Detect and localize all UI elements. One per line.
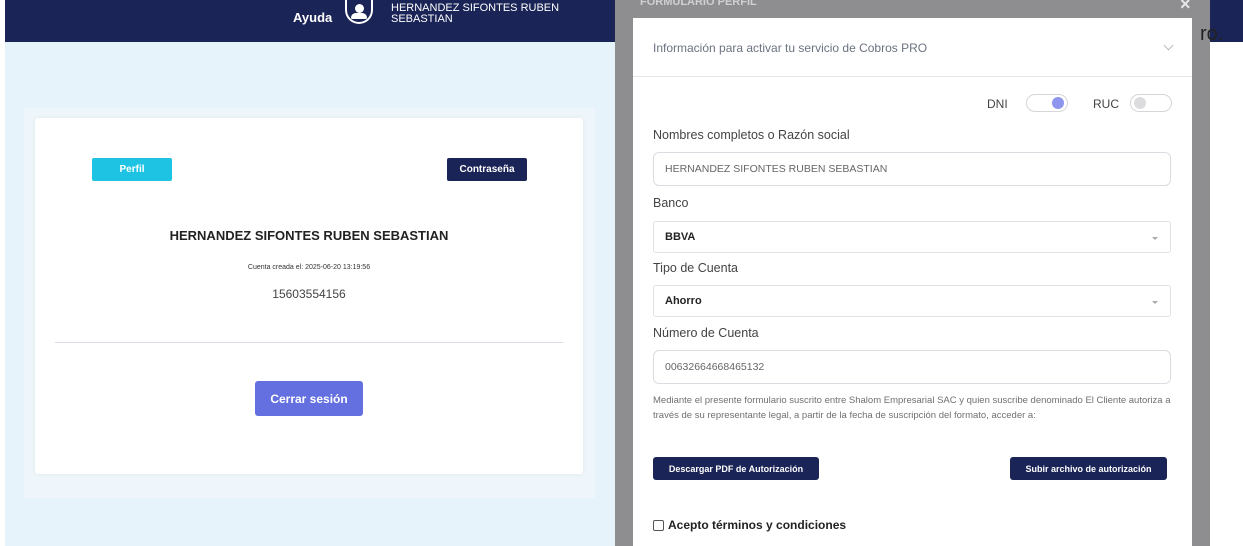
- dni-toggle[interactable]: [1026, 94, 1068, 112]
- account-type-select[interactable]: Ahorro: [653, 285, 1171, 317]
- upload-authorization-button[interactable]: Subir archivo de autorización: [1010, 457, 1167, 480]
- divider: [55, 342, 563, 343]
- close-icon[interactable]: ×: [1180, 0, 1191, 15]
- bank-field-label: Banco: [653, 196, 689, 210]
- document-type-toggle-row: DNI RUC: [633, 94, 1192, 114]
- name-field-label: Nombres completos o Razón social: [653, 128, 850, 142]
- name-input[interactable]: [653, 152, 1171, 186]
- bank-select[interactable]: BBVA: [653, 221, 1171, 253]
- account-created-date: Cuenta creada el: 2025-06-20 13:19:56: [247, 264, 371, 271]
- account-type-selected-value: Ahorro: [665, 295, 702, 307]
- profile-card: Perfil Contraseña HERNANDEZ SIFONTES RUB…: [35, 118, 583, 474]
- terms-row: Acepto términos y condiciones: [653, 518, 846, 532]
- profile-full-name: HERNANDEZ SIFONTES RUBEN SEBASTIAN: [169, 228, 449, 243]
- help-link[interactable]: Ayuda: [293, 10, 332, 25]
- tab-perfil[interactable]: Perfil: [92, 158, 172, 181]
- caret-down-icon: [1152, 301, 1158, 304]
- terms-label[interactable]: Acepto términos y condiciones: [668, 518, 846, 532]
- cobros-pro-form-panel: Información para activar tu servicio de …: [633, 18, 1192, 546]
- chevron-down-icon[interactable]: [1163, 40, 1174, 51]
- dni-label: DNI: [987, 97, 1008, 111]
- tab-password[interactable]: Contraseña: [447, 158, 527, 181]
- ruc-toggle[interactable]: [1130, 94, 1172, 112]
- authorization-legal-text: Mediante el presente formulario suscrito…: [653, 395, 1171, 421]
- ruc-label: RUC: [1093, 97, 1119, 111]
- account-number-input[interactable]: [653, 350, 1171, 384]
- user-avatar-icon[interactable]: [345, 0, 373, 24]
- modal-title-fragment: FORMULARIO PERFIL: [640, 0, 757, 6]
- account-number-field-label: Número de Cuenta: [653, 326, 759, 340]
- accordion-title: Información para activar tu servicio de …: [653, 41, 928, 55]
- account-type-field-label: Tipo de Cuenta: [653, 261, 739, 275]
- caret-down-icon: [1152, 237, 1158, 240]
- accordion-header[interactable]: Información para activar tu servicio de …: [633, 18, 1192, 77]
- download-pdf-button[interactable]: Descargar PDF de Autorización: [653, 457, 819, 480]
- bank-selected-value: BBVA: [665, 231, 696, 243]
- logout-button[interactable]: Cerrar sesión: [255, 381, 363, 416]
- user-name[interactable]: HERNANDEZ SIFONTES RUBEN SEBASTIAN: [391, 3, 571, 25]
- profile-phone: 15603554156: [272, 287, 346, 301]
- background-text-fragment: ro.: [1200, 23, 1224, 45]
- terms-checkbox[interactable]: [653, 519, 664, 531]
